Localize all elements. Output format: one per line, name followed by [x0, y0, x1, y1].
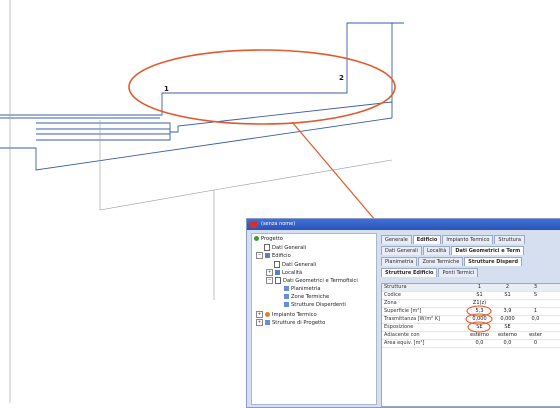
tab-generale[interactable]: Generale [381, 235, 412, 244]
structures-grid: Struttura 1 2 3 Codice S1 S1 S Zona Z1(z… [381, 283, 560, 407]
tree-item-progetto[interactable]: Progetto [254, 236, 283, 243]
expand-icon[interactable]: + [256, 319, 263, 326]
tab-strutture-disperdenti[interactable]: Strutture Disperd [464, 257, 523, 266]
project-icon [254, 236, 259, 241]
tree-item-dati-generali[interactable]: Dati Generali [264, 244, 306, 251]
grid-row-label: Zona [384, 300, 397, 306]
grid-row-label: Codice [384, 292, 401, 298]
grid-row-trasmittanza: Trasmittanza [W/m² K] 0,000 0,000 0,0 [382, 316, 560, 324]
application-window: (senza nome) Progetto Dati Generali − Edi… [246, 218, 560, 408]
collapse-icon[interactable]: − [266, 277, 273, 284]
app-icon [250, 221, 257, 228]
grid-row-label: Superficie [m²] [384, 308, 422, 314]
tree-item-planimetria[interactable]: Planimetria [284, 286, 321, 293]
grid-cell[interactable] [494, 300, 521, 307]
grid-cell[interactable]: esterno [494, 332, 521, 339]
grid-header-col-1: 1 [477, 284, 482, 290]
expand-icon[interactable]: + [266, 269, 273, 276]
tab-row-edificio: Dati Generali Località Dati Geometrici e T… [381, 246, 525, 255]
tab-zone-termiche[interactable]: Zone Termiche [418, 257, 464, 266]
location-icon [275, 270, 280, 275]
grid-row-superficie: Superficie [m²] 5,3 3,9 1 [382, 308, 560, 316]
tab-localita[interactable]: Località [422, 246, 451, 255]
grid-row-label: Adiacente con [384, 332, 420, 338]
grid-cell[interactable]: S1 [466, 292, 493, 299]
collapse-icon[interactable]: − [256, 252, 263, 259]
grid-cell[interactable]: SE [466, 324, 493, 331]
grid-row-zona: Zona Z1(z) [382, 300, 560, 308]
plan-right-notch [170, 101, 393, 133]
document-icon [264, 244, 270, 251]
heating-system-icon [265, 312, 270, 317]
tab-planimetria[interactable]: Planimetria [381, 257, 418, 266]
grid-cell[interactable]: 0 [522, 340, 549, 347]
grid-cell[interactable]: 0,0 [466, 340, 493, 347]
tab-dati-generali[interactable]: Dati Generali [381, 246, 422, 255]
tab-impianto-termico[interactable]: Impianto Termico [442, 235, 494, 244]
grid-row-label: Esposizione [384, 324, 414, 330]
tab-row-strutture: Strutture Edificio Ponti Termici [381, 268, 479, 277]
tab-row-main: Generale Edificio Impianto Termico Struttur… [381, 235, 526, 244]
grid-cell[interactable] [522, 324, 549, 331]
grid-row-codice: Codice S1 S1 S [382, 292, 560, 300]
plan-room-outline [36, 122, 171, 141]
tab-strutture-edificio[interactable]: Strutture Edificio [381, 268, 438, 277]
document-icon [274, 261, 280, 268]
tree-item-dati-geometrici[interactable]: − Dati Geometrici e Termofisici [266, 277, 358, 284]
grid-header-col-3: 3 [533, 284, 538, 290]
properties-panel: Generale Edificio Impianto Termico Struttur… [381, 233, 560, 407]
project-tree: Progetto Dati Generali − Edificio Dati Ge… [251, 233, 377, 405]
grid-cell[interactable]: SE [494, 324, 521, 331]
structure-icon [284, 302, 289, 307]
grid-row-esposizione: Esposizione SE SE [382, 324, 560, 332]
grid-cell[interactable]: 1 [522, 308, 549, 315]
tab-dati-geometrici[interactable]: Dati Geometrici e Term [451, 246, 525, 255]
grid-header-row: Struttura 1 2 3 [382, 284, 560, 292]
grid-cell[interactable]: S1 [494, 292, 521, 299]
point-label-1: 1 [164, 85, 169, 93]
tab-strutture[interactable]: Struttura [494, 235, 525, 244]
plan-bottom-outline [0, 117, 393, 171]
highlight-ellipse-plan [128, 49, 396, 125]
tree-item-edificio[interactable]: − Edificio [256, 252, 291, 259]
tree-item-edificio-dati-generali[interactable]: Dati Generali [274, 261, 316, 268]
tab-ponti-termici[interactable]: Ponti Termici [438, 268, 479, 277]
grid-header-col-2: 2 [505, 284, 510, 290]
grid-cell[interactable]: ester [522, 332, 549, 339]
building-icon [265, 253, 270, 258]
grid-cell[interactable]: 0,0 [522, 316, 549, 323]
structures-icon [265, 320, 270, 325]
tree-item-zone-termiche[interactable]: Zone Termiche [284, 294, 329, 301]
tab-row-geometria: Planimetria Zone Termiche Strutture Disper… [381, 257, 523, 266]
grid-cell[interactable]: 0,000 [466, 316, 493, 323]
grid-row-adiacente: Adiacente con esterno esterno ester [382, 332, 560, 340]
grid-cell[interactable]: 0,000 [494, 316, 521, 323]
grid-cell[interactable]: 5,3 [466, 308, 493, 315]
expand-icon[interactable]: + [256, 311, 263, 318]
guide-line-lower [99, 120, 215, 300]
tab-edificio[interactable]: Edificio [412, 235, 442, 244]
grid-cell[interactable]: Z1(z) [466, 300, 493, 307]
document-icon [275, 277, 281, 284]
tree-item-strutture-disperdenti[interactable]: Strutture Disperdenti [284, 302, 346, 309]
grid-row-label: Area equiv. [m²] [384, 340, 425, 346]
grid-cell[interactable]: S [522, 292, 549, 299]
thermal-zone-icon [284, 294, 289, 299]
grid-cell[interactable]: 3,9 [494, 308, 521, 315]
grid-cell[interactable] [522, 300, 549, 307]
grid-header-label: Struttura [384, 284, 407, 290]
grid-row-label: Trasmittanza [W/m² K] [384, 316, 441, 322]
plan-top-outline [0, 22, 404, 116]
grid-row-area-equiv: Area equiv. [m²] 0,0 0,0 0 [382, 340, 560, 348]
floorplan-icon [284, 286, 289, 291]
grid-cell[interactable]: 0,0 [494, 340, 521, 347]
tree-item-localita[interactable]: + Località [266, 269, 302, 276]
point-label-2: 2 [339, 74, 344, 82]
tree-item-impianto-termico[interactable]: + Impianto Termico [256, 311, 317, 318]
tree-item-strutture-di-progetto[interactable]: + Strutture di Progetto [256, 319, 325, 326]
window-title: (senza nome) [261, 221, 296, 227]
guide-line-diagonal [213, 159, 393, 191]
window-title-bar: (senza nome) [247, 219, 560, 230]
grid-cell[interactable]: esterno [466, 332, 493, 339]
